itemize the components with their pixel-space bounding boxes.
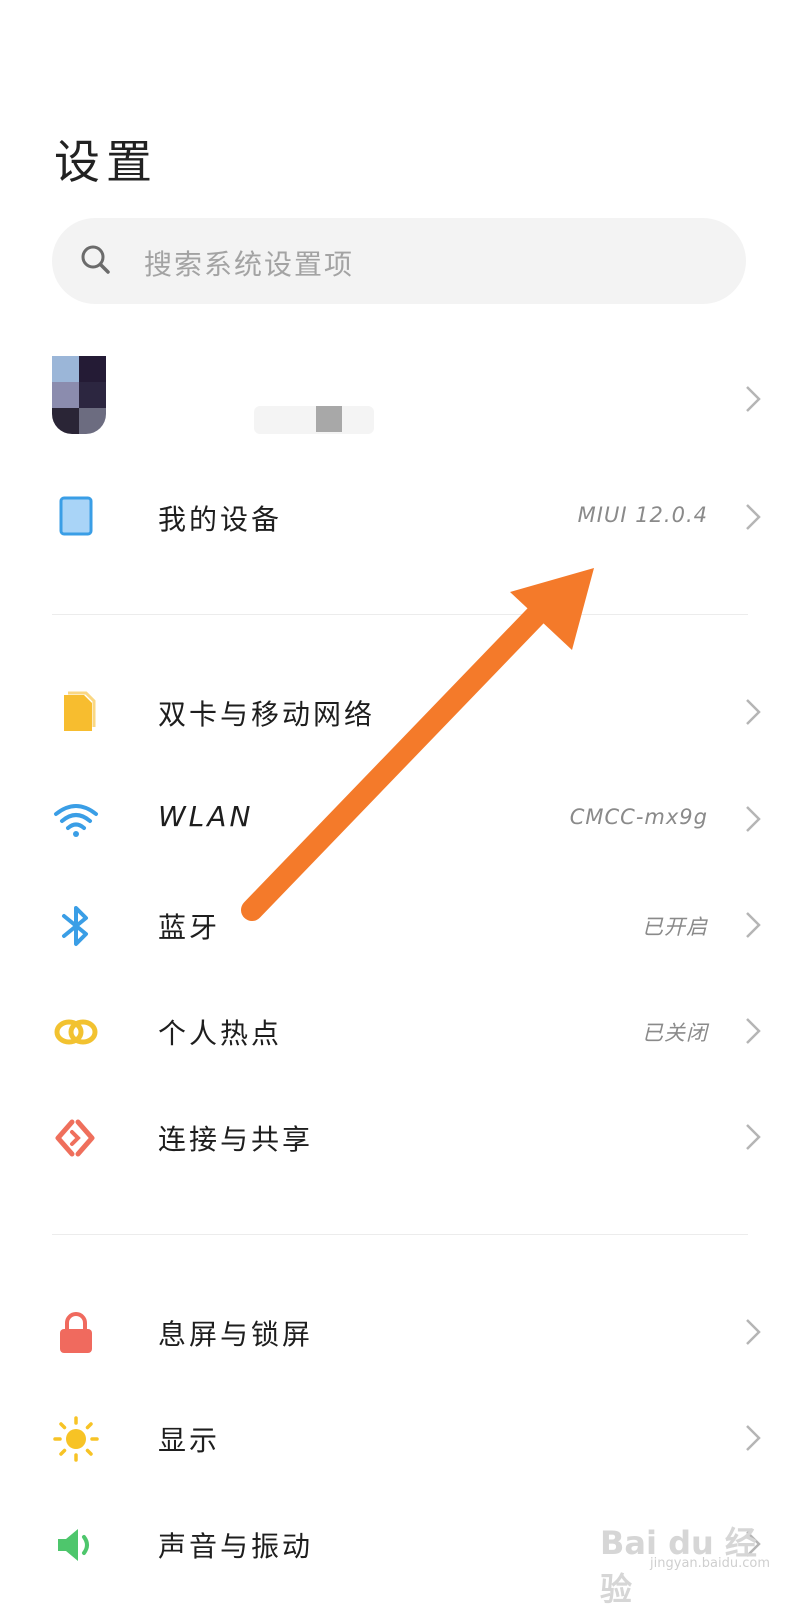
sim-card-icon	[64, 691, 96, 731]
bluetooth-icon	[62, 906, 88, 946]
page-title: 设置	[54, 135, 158, 189]
lock-icon	[60, 1312, 92, 1353]
chevron-right-icon	[746, 1124, 761, 1150]
hotspot-icon	[54, 1019, 98, 1045]
lockscreen-row[interactable]: 息屏与锁屏	[0, 1283, 800, 1383]
connection-row[interactable]: 连接与共享	[0, 1088, 800, 1188]
speaker-icon	[58, 1529, 89, 1561]
account-name-redacted	[254, 406, 374, 434]
avatar	[52, 356, 106, 434]
wifi-icon	[54, 804, 98, 837]
bluetooth-value: 已开启	[642, 915, 708, 939]
bluetooth-label: 蓝牙	[158, 911, 221, 944]
hotspot-label: 个人热点	[158, 1017, 283, 1050]
baidu-watermark: Bai du 经验 jingyan.baidu.com	[600, 1514, 780, 1608]
chevron-right-icon	[746, 806, 761, 832]
search-bar[interactable]: 搜索系统设置项	[52, 218, 746, 304]
wlan-row[interactable]: WLAN CMCC-mx9g	[0, 770, 800, 870]
search-placeholder: 搜索系统设置项	[144, 248, 355, 281]
sun-icon	[53, 1416, 99, 1462]
sim-label: 双卡与移动网络	[158, 698, 376, 731]
section-divider	[52, 1234, 748, 1235]
search-icon	[81, 245, 110, 274]
my-device-row[interactable]: 我的设备 MIUI 12.0.4	[0, 468, 800, 568]
chevron-right-icon	[746, 1425, 761, 1451]
account-row[interactable]	[0, 348, 800, 448]
connection-share-icon	[55, 1119, 95, 1157]
connection-label: 连接与共享	[158, 1123, 314, 1156]
display-label: 显示	[158, 1424, 221, 1457]
hotspot-value: 已关闭	[642, 1021, 708, 1045]
chevron-right-icon	[746, 504, 761, 530]
wlan-value: CMCC-mx9g	[569, 805, 708, 829]
tablet-icon	[59, 496, 93, 536]
hotspot-row[interactable]: 个人热点 已关闭	[0, 982, 800, 1082]
chevron-right-icon	[746, 1018, 761, 1044]
sim-row[interactable]: 双卡与移动网络	[0, 663, 800, 763]
section-divider	[52, 614, 748, 615]
my-device-label: 我的设备	[158, 503, 283, 536]
lockscreen-label: 息屏与锁屏	[158, 1318, 314, 1351]
my-device-value: MIUI 12.0.4	[577, 503, 708, 527]
chevron-right-icon	[746, 912, 761, 938]
watermark-url: jingyan.baidu.com	[650, 1556, 770, 1571]
display-row[interactable]: 显示	[0, 1389, 800, 1489]
chevron-right-icon	[746, 699, 761, 725]
chevron-right-icon	[746, 386, 761, 412]
sound-label: 声音与振动	[158, 1530, 314, 1563]
chevron-right-icon	[746, 1319, 761, 1345]
bluetooth-row[interactable]: 蓝牙 已开启	[0, 876, 800, 976]
wlan-label: WLAN	[158, 800, 254, 833]
